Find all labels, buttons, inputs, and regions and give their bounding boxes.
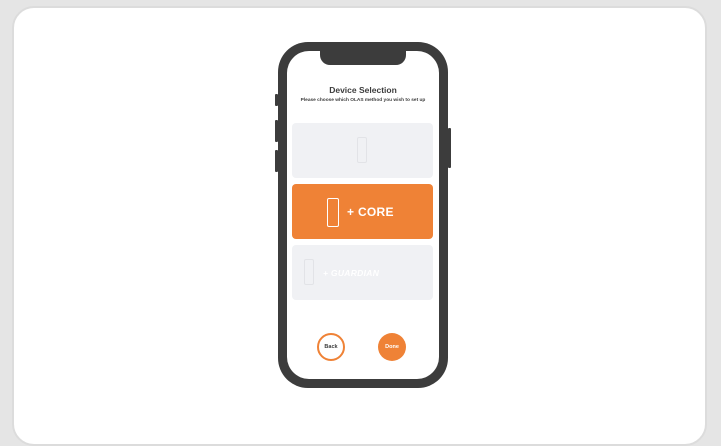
phone-outline-icon [327, 198, 339, 227]
option-card-guardian[interactable]: + GUARDIAN [292, 245, 433, 300]
back-button[interactable]: Back [317, 333, 345, 361]
phone-notch [320, 51, 406, 65]
phone-mockup: Device Selection Please choose which OLA… [275, 42, 451, 388]
phone-side-button [275, 150, 278, 172]
option-label-core: + CORE [347, 205, 394, 219]
page-title: Device Selection [329, 85, 397, 95]
phone-side-button [275, 94, 278, 106]
phone-side-button [275, 120, 278, 142]
page-subtitle: Please choose which OLAS method you wish… [300, 98, 426, 103]
phone-side-button [448, 128, 451, 168]
done-button-label: Done [385, 344, 399, 350]
option-card-blank[interactable] [292, 123, 433, 178]
phone-screen: Device Selection Please choose which OLA… [287, 51, 439, 379]
done-button[interactable]: Done [378, 333, 406, 361]
phone-outline-icon [304, 259, 314, 285]
option-card-core[interactable]: + CORE [292, 184, 433, 239]
option-label-guardian: + GUARDIAN [323, 268, 380, 278]
phone-outline-icon [357, 137, 367, 163]
back-button-label: Back [324, 344, 338, 350]
